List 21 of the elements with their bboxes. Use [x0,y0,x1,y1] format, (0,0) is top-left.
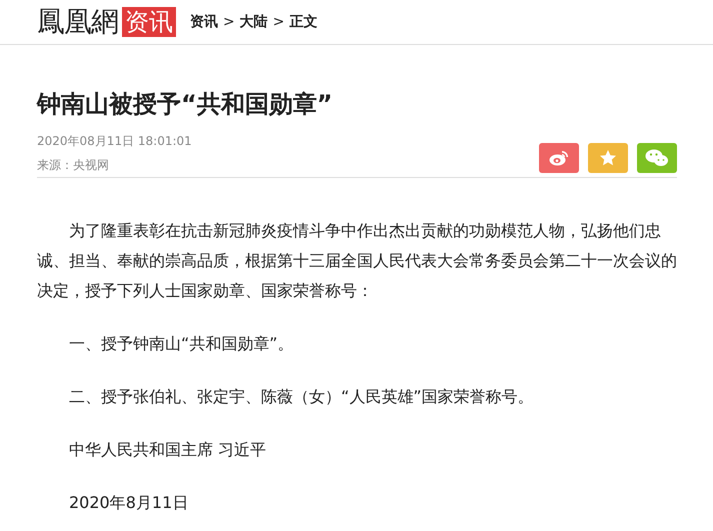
article-paragraph: 为了隆重表彰在抗击新冠肺炎疫情斗争中作出杰出贡献的功勋模范人物，弘扬他们忠诚、担当、奉献的崇高品质，根据第十三届全国人民代表大会常务委员会第二十一次会议的决定，授予下列人士国家勋章、国家荣誉称号： [37,220,678,302]
star-icon [599,149,617,167]
wechat-icon [645,149,669,167]
channel-label[interactable]: 资讯 [122,7,176,37]
publish-date: 2020年08月11日 18:01:01 [37,133,192,149]
favorite-share-button[interactable] [588,143,628,173]
article-paragraph: 2020年8月11日 [68,492,190,514]
breadcrumb-current: 正文 [289,13,318,31]
weibo-share-button[interactable] [539,143,579,173]
breadcrumb-separator: > [223,14,235,30]
weibo-icon [549,150,569,166]
article-paragraph: 二、授予张伯礼、张定宇、陈薇（女）“人民英雄”国家荣誉称号。 [68,386,535,408]
wechat-share-button[interactable] [637,143,677,173]
breadcrumb-link[interactable]: 大陆 [240,13,268,31]
breadcrumb-link[interactable]: 资讯 [190,13,218,31]
article-paragraph: 一、授予钟南山“共和国勋章”。 [68,333,295,355]
breadcrumb-separator: > [272,14,284,30]
article-paragraph: 中华人民共和国主席 习近平 [68,439,268,461]
article-source: 来源：央视网 [37,157,110,173]
article-title: 钟南山被授予“共和国勋章” [37,89,334,120]
site-logo[interactable]: 鳳凰網 [37,6,118,38]
